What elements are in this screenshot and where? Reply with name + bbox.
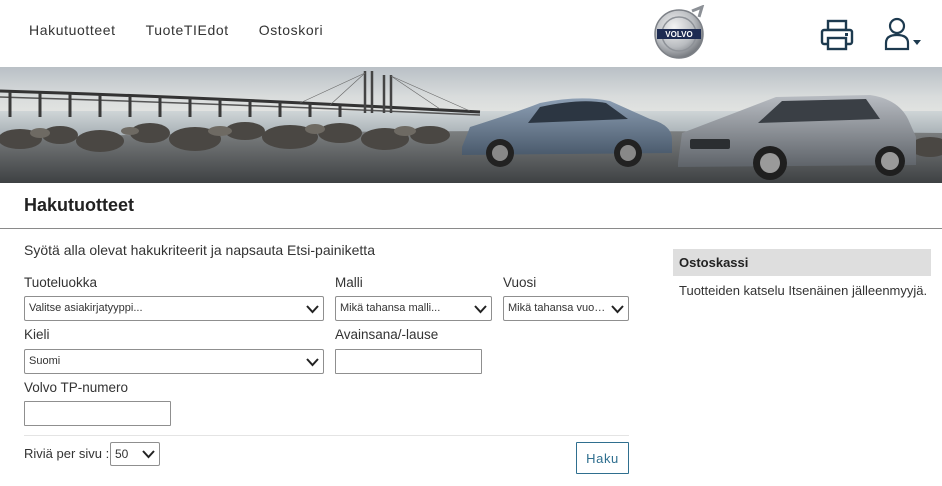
year-label: Vuosi xyxy=(503,275,537,290)
page-title: Hakutuotteet xyxy=(24,195,135,215)
title-divider xyxy=(0,228,942,229)
volvo-logo[interactable]: VOLVO xyxy=(652,4,708,61)
rows-per-page-label: Riviä per sivu : xyxy=(24,446,110,461)
user-menu[interactable] xyxy=(883,16,925,54)
language-label: Kieli xyxy=(24,327,50,342)
chevron-down-icon xyxy=(142,450,155,459)
form-divider xyxy=(24,435,629,436)
logo-text: VOLVO xyxy=(665,30,692,39)
language-value: Suomi xyxy=(29,355,61,367)
product-category-value: Valitse asiakirjatyyppi... xyxy=(29,302,143,314)
caret-down-icon xyxy=(913,40,921,45)
printer-icon[interactable] xyxy=(819,18,855,52)
instructions-text: Syötä alla olevat hakukriteerit ja napsa… xyxy=(24,242,375,258)
main-nav: Hakutuotteet TuoteTIEdot Ostoskori xyxy=(29,22,323,38)
chevron-down-icon xyxy=(306,358,319,367)
search-button[interactable]: Haku xyxy=(576,442,629,474)
top-bar: Hakutuotteet TuoteTIEdot Ostoskori VOLVO xyxy=(0,0,942,67)
model-value: Mikä tahansa malli... xyxy=(340,302,441,314)
chevron-down-icon xyxy=(611,305,624,314)
rows-per-page-select[interactable]: 50 xyxy=(110,442,160,466)
cart-message: Tuotteiden katselu Itsenäinen jälleenmyy… xyxy=(679,283,928,298)
model-label: Malli xyxy=(335,275,363,290)
keyword-label: Avainsana/-lause xyxy=(335,327,439,342)
product-category-select[interactable]: Valitse asiakirjatyyppi... xyxy=(24,296,324,321)
year-select[interactable]: Mikä tahansa vuosi... xyxy=(503,296,629,321)
language-select[interactable]: Suomi xyxy=(24,349,324,374)
nav-item-tuotetiedot[interactable]: TuoteTIEdot xyxy=(146,22,229,38)
year-value: Mikä tahansa vuosi... xyxy=(508,302,612,314)
product-category-label: Tuoteluokka xyxy=(24,275,98,290)
chevron-down-icon xyxy=(474,305,487,314)
hero-banner xyxy=(0,67,942,183)
chevron-down-icon xyxy=(306,305,319,314)
model-select[interactable]: Mikä tahansa malli... xyxy=(335,296,492,321)
cart-header: Ostoskassi xyxy=(673,249,931,276)
nav-item-ostoskori[interactable]: Ostoskori xyxy=(259,22,324,38)
user-icon xyxy=(884,17,910,51)
tp-number-input[interactable] xyxy=(24,401,171,426)
tp-number-label: Volvo TP-numero xyxy=(24,380,129,395)
nav-item-hakutuotteet[interactable]: Hakutuotteet xyxy=(29,22,116,38)
keyword-input[interactable] xyxy=(335,349,482,374)
